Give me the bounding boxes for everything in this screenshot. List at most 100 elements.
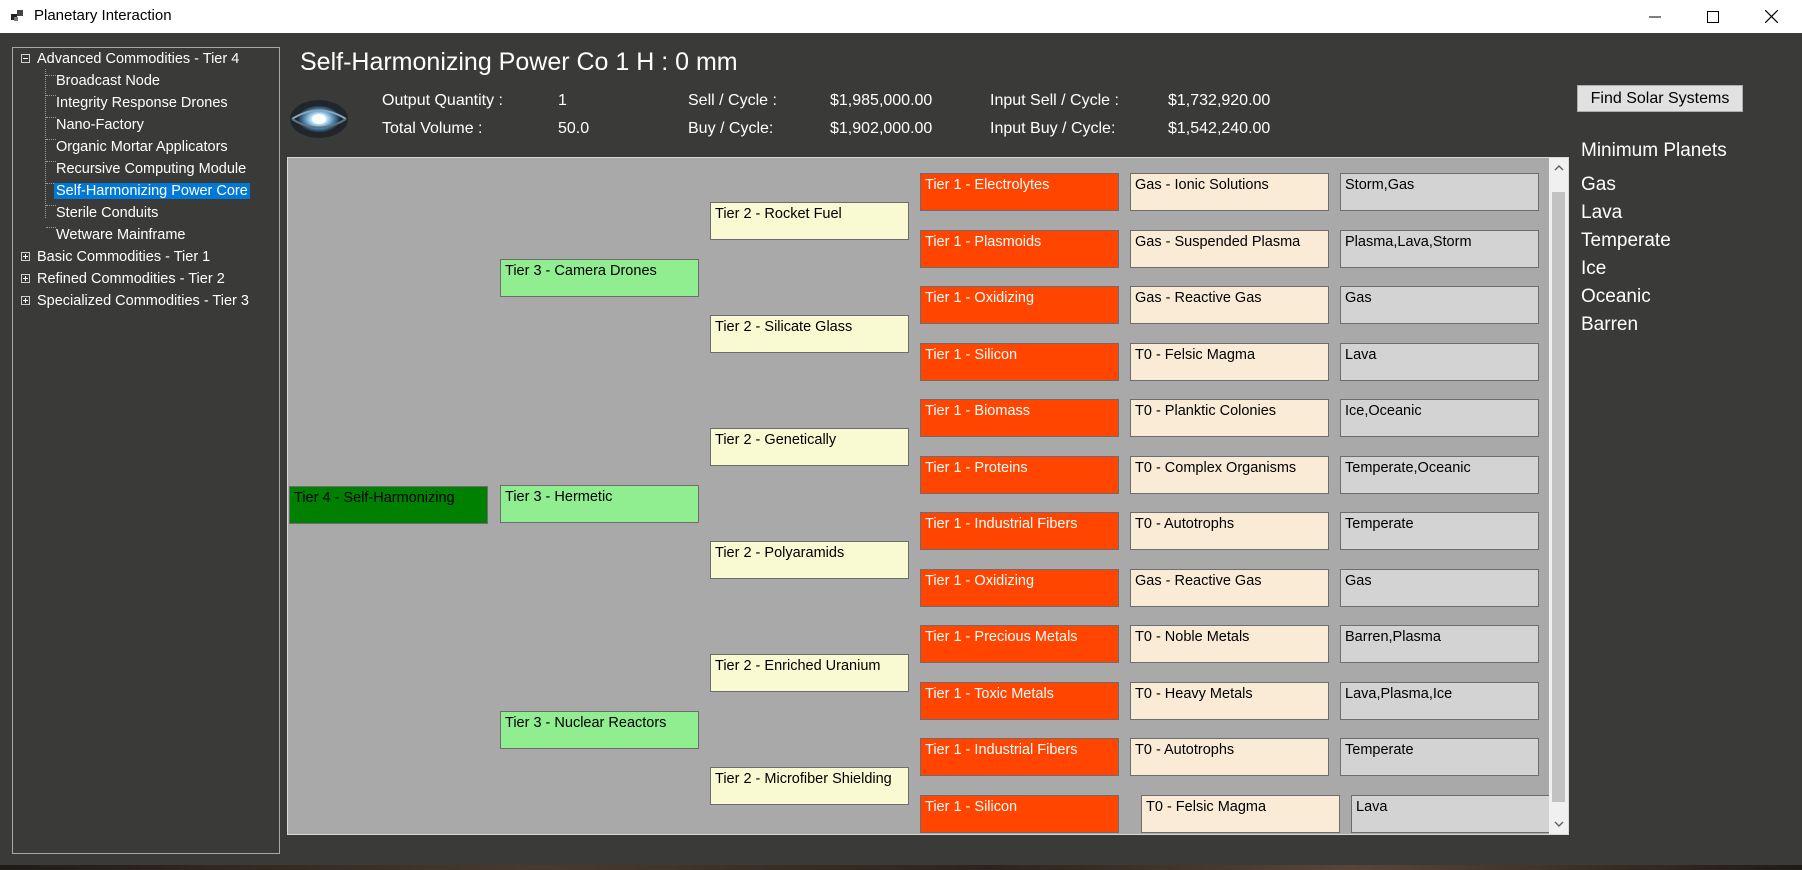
tree-item-recursive-computing-module[interactable]: Recursive Computing Module bbox=[54, 159, 248, 179]
tier0-node[interactable]: T0 - Noble Metals bbox=[1130, 625, 1329, 663]
tier1-node[interactable]: Tier 1 - Proteins bbox=[920, 456, 1119, 494]
tree-item-self-harmonizing-power-core[interactable]: Self-Harmonizing Power Core bbox=[54, 181, 250, 201]
tree-item-broadcast-node[interactable]: Broadcast Node bbox=[54, 71, 162, 91]
tree-group-advanced[interactable]: Advanced Commodities - Tier 4 bbox=[35, 49, 241, 69]
page-title: Self-Harmonizing Power Co 1 H : 0 mm bbox=[300, 48, 738, 76]
tier1-node[interactable]: Tier 1 - Toxic Metals bbox=[920, 682, 1119, 720]
tree-item-label: Self-Harmonizing Power Core bbox=[54, 183, 250, 199]
tier4-node[interactable]: Tier 4 - Self-Harmonizing bbox=[289, 486, 488, 524]
input-sell-value: $1,732,920.00 bbox=[1168, 92, 1271, 109]
tier2-node[interactable]: Tier 2 - Silicate Glass bbox=[710, 315, 909, 353]
planet-node: Barren,Plasma bbox=[1340, 625, 1539, 663]
tree-group-basic[interactable]: Basic Commodities - Tier 1 bbox=[35, 247, 212, 267]
tier1-node[interactable]: Tier 1 - Silicon bbox=[920, 795, 1119, 833]
tier3-node[interactable]: Tier 3 - Hermetic bbox=[500, 485, 699, 523]
tier0-node[interactable]: T0 - Felsic Magma bbox=[1130, 343, 1329, 381]
tree-group-label: Specialized Commodities - Tier 3 bbox=[37, 293, 249, 309]
maximize-icon bbox=[1707, 10, 1719, 23]
tree-item-organic-mortar-applicators[interactable]: Organic Mortar Applicators bbox=[54, 137, 230, 157]
tier1-node[interactable]: Tier 1 - Electrolytes bbox=[920, 173, 1119, 211]
tier1-node[interactable]: Tier 1 - Industrial Fibers bbox=[920, 738, 1119, 776]
close-button[interactable] bbox=[1742, 0, 1800, 33]
input-sell-label: Input Sell / Cycle : bbox=[990, 92, 1119, 109]
expand-icon[interactable] bbox=[21, 274, 30, 283]
planet-node: Temperate bbox=[1340, 738, 1539, 776]
sell-cycle-label: Sell / Cycle : bbox=[688, 92, 777, 109]
planet-node: Temperate,Oceanic bbox=[1340, 456, 1539, 494]
desktop-background-strip bbox=[0, 865, 1802, 870]
window-title: Planetary Interaction bbox=[34, 7, 172, 24]
expand-icon[interactable] bbox=[21, 252, 30, 261]
tier1-node[interactable]: Tier 1 - Plasmoids bbox=[920, 230, 1119, 268]
planet-node: Storm,Gas bbox=[1340, 173, 1539, 211]
sell-cycle-value: $1,985,000.00 bbox=[830, 92, 933, 109]
minimum-planet-item: Ice bbox=[1581, 258, 1607, 279]
tier1-node[interactable]: Tier 1 - Oxidizing bbox=[920, 286, 1119, 324]
tier1-node[interactable]: Tier 1 - Silicon bbox=[920, 343, 1119, 381]
tier2-node[interactable]: Tier 2 - Genetically bbox=[710, 428, 909, 466]
planet-node: Gas bbox=[1340, 286, 1539, 324]
collapse-icon[interactable] bbox=[21, 54, 30, 63]
tree-group-specialized[interactable]: Specialized Commodities - Tier 3 bbox=[35, 291, 251, 311]
tier0-node[interactable]: Gas - Reactive Gas bbox=[1130, 569, 1329, 607]
tree-item-label: Wetware Mainframe bbox=[56, 227, 186, 243]
tier0-node[interactable]: T0 - Autotrophs bbox=[1130, 512, 1329, 550]
planet-node: Lava,Plasma,Ice bbox=[1340, 682, 1539, 720]
tier0-node[interactable]: T0 - Heavy Metals bbox=[1130, 682, 1329, 720]
tier0-node[interactable]: T0 - Autotrophs bbox=[1130, 738, 1329, 776]
output-quantity-value: 1 bbox=[558, 92, 567, 109]
tree-item-sterile-conduits[interactable]: Sterile Conduits bbox=[54, 203, 160, 223]
planet-node: Ice,Oceanic bbox=[1340, 399, 1539, 437]
expand-icon[interactable] bbox=[21, 296, 30, 305]
production-chain-panel[interactable]: Tier 4 - Self-Harmonizing Tier 3 - Camer… bbox=[287, 157, 1569, 835]
minimum-planet-item: Barren bbox=[1581, 314, 1639, 335]
scroll-up-button[interactable] bbox=[1549, 158, 1568, 177]
tier2-node[interactable]: Tier 2 - Polyaramids bbox=[710, 541, 909, 579]
buy-cycle-label: Buy / Cycle: bbox=[688, 120, 774, 137]
tree-item-label: Integrity Response Drones bbox=[56, 95, 228, 111]
scroll-down-button[interactable] bbox=[1549, 815, 1568, 834]
input-buy-value: $1,542,240.00 bbox=[1168, 120, 1271, 137]
minimize-icon bbox=[1649, 16, 1661, 17]
minimum-planet-item: Gas bbox=[1581, 174, 1616, 195]
planet-node: Lava bbox=[1340, 343, 1539, 381]
tree-item-nano-factory[interactable]: Nano-Factory bbox=[54, 115, 146, 135]
minimum-planet-item: Lava bbox=[1581, 202, 1623, 223]
tier0-node[interactable]: Gas - Suspended Plasma bbox=[1130, 230, 1329, 268]
close-icon bbox=[1764, 10, 1778, 23]
tier0-node[interactable]: T0 - Planktic Colonies bbox=[1130, 399, 1329, 437]
scroll-up-icon bbox=[1554, 165, 1563, 171]
scroll-thumb[interactable] bbox=[1552, 192, 1565, 802]
tier0-node[interactable]: Gas - Ionic Solutions bbox=[1130, 173, 1329, 211]
tree-item-label: Sterile Conduits bbox=[56, 205, 159, 221]
tier3-node[interactable]: Tier 3 - Camera Drones bbox=[500, 259, 699, 297]
tier0-node[interactable]: T0 - Felsic Magma bbox=[1141, 795, 1340, 833]
vertical-scrollbar[interactable] bbox=[1549, 158, 1568, 834]
tier0-node[interactable]: Gas - Reactive Gas bbox=[1130, 286, 1329, 324]
tier3-node[interactable]: Tier 3 - Nuclear Reactors bbox=[500, 711, 699, 749]
find-solar-systems-button[interactable]: Find Solar Systems bbox=[1577, 85, 1743, 112]
scroll-down-icon bbox=[1554, 821, 1563, 827]
maximize-button[interactable] bbox=[1684, 0, 1742, 33]
tree-group-refined[interactable]: Refined Commodities - Tier 2 bbox=[35, 269, 227, 289]
total-volume-value: 50.0 bbox=[558, 120, 590, 137]
minimum-planet-item: Oceanic bbox=[1581, 286, 1651, 307]
tier1-node[interactable]: Tier 1 - Biomass bbox=[920, 399, 1119, 437]
tree-item-wetware-mainframe[interactable]: Wetware Mainframe bbox=[54, 225, 187, 245]
buy-cycle-value: $1,902,000.00 bbox=[830, 120, 933, 137]
minimize-button[interactable] bbox=[1626, 0, 1684, 33]
tier1-node[interactable]: Tier 1 - Precious Metals bbox=[920, 625, 1119, 663]
input-buy-label: Input Buy / Cycle: bbox=[990, 120, 1116, 137]
tier2-node[interactable]: Tier 2 - Enriched Uranium bbox=[710, 654, 909, 692]
tier2-node[interactable]: Tier 2 - Rocket Fuel bbox=[710, 202, 909, 240]
tree-group-label: Advanced Commodities - Tier 4 bbox=[37, 51, 240, 67]
tier1-node[interactable]: Tier 1 - Industrial Fibers bbox=[920, 512, 1119, 550]
planet-node: Plasma,Lava,Storm bbox=[1340, 230, 1539, 268]
tree-item-label: Organic Mortar Applicators bbox=[56, 139, 228, 155]
tier1-node[interactable]: Tier 1 - Oxidizing bbox=[920, 569, 1119, 607]
commodity-tree[interactable]: Advanced Commodities - Tier 4 Broadcast … bbox=[12, 47, 280, 854]
tier2-node[interactable]: Tier 2 - Microfiber Shielding bbox=[710, 767, 909, 805]
tier0-node[interactable]: T0 - Complex Organisms bbox=[1130, 456, 1329, 494]
tree-item-integrity-response-drones[interactable]: Integrity Response Drones bbox=[54, 93, 230, 113]
app-icon bbox=[11, 10, 23, 21]
